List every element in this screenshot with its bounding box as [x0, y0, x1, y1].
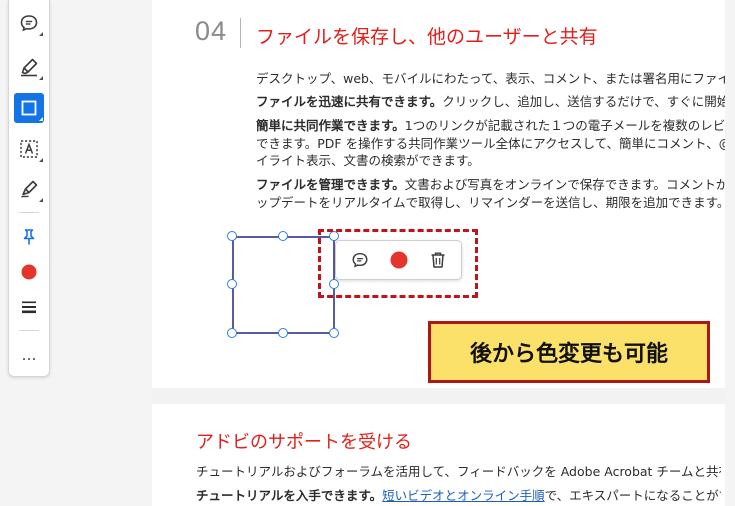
rail-divider — [19, 212, 39, 213]
rail-divider — [19, 330, 39, 331]
resize-handle-bottom-left[interactable] — [227, 328, 237, 338]
resize-handle-bottom-right[interactable] — [329, 328, 339, 338]
more-tools-button[interactable]: … — [14, 340, 44, 370]
resize-handle-top-left[interactable] — [227, 231, 237, 241]
pin-icon — [23, 229, 35, 245]
section-title: ファイルを保存し、他のユーザーと共有 — [256, 26, 598, 48]
highlight-dashed-frame — [318, 229, 478, 298]
pin-tool-button[interactable] — [14, 222, 44, 252]
paragraph-share-text: クリックし、追加し、送信するだけで、すぐに開始できます。 — [442, 94, 725, 109]
resize-handle-top[interactable] — [278, 231, 288, 241]
callout-label: 後から色変更も可能 — [428, 321, 710, 383]
submenu-indicator — [39, 198, 43, 202]
paragraph-collaborate-lead: 簡単に共同作業できます。 — [256, 118, 405, 133]
tool-rail: … — [8, 0, 50, 377]
paragraph-collaborate-text: 1つのリンクが記載された１つの電子メールを複数のレビュー担当者に送信 — [404, 118, 725, 133]
text-box-icon — [20, 140, 38, 158]
color-tool-button[interactable] — [14, 257, 44, 287]
submenu-indicator — [39, 76, 43, 80]
line-weight-tool-button[interactable] — [14, 292, 44, 322]
tutorial-link[interactable]: 短いビデオとオンライン手順 — [382, 488, 545, 503]
submenu-indicator — [39, 158, 43, 162]
paragraph-collaborate: 簡単に共同作業できます。1つのリンクが記載された１つの電子メールを複数のレビュー… — [256, 117, 725, 135]
highlight-tool-button[interactable] — [14, 52, 44, 82]
support-paragraph: チュートリアルおよびフォーラムを活用して、フィードバックを Adobe Acro… — [196, 464, 721, 479]
comment-icon — [20, 15, 38, 32]
paragraph-share: ファイルを迅速に共有できます。クリックし、追加し、送信するだけで、すぐに開始でき… — [256, 93, 725, 111]
pen-icon — [21, 180, 38, 198]
tutorial-text: で、エキスパートになることができます。 — [544, 488, 721, 503]
highlighter-icon — [21, 58, 38, 77]
intro-paragraph: デスクトップ、web、モバイルにわたって、表示、コメント、または署名用にファイル… — [256, 71, 725, 86]
submenu-indicator — [39, 32, 43, 36]
submenu-indicator — [39, 117, 43, 121]
paragraph-manage: ファイルを管理できます。文書および写真をオンラインで保存できます。コメントが追加… — [256, 176, 725, 194]
tutorial-lead: チュートリアルを入手できます。 — [196, 488, 383, 503]
section-divider — [240, 18, 241, 48]
rectangle-icon — [21, 100, 37, 116]
support-section-title: アドビのサポートを受ける — [196, 432, 412, 453]
paragraph-manage-line2: ップデートをリアルタイムで取得し、リマインダーを送信し、期限を追加できます。 — [256, 195, 725, 210]
paragraph-collaborate-line3: イライト表示、文書の検索ができます。 — [256, 153, 480, 168]
paragraph-manage-text: 文書および写真をオンラインで保存できます。コメントが追加されるとア — [404, 177, 725, 192]
paragraph-collaborate-line2: できます。PDF を操作する共同作業ツール全体にアクセスして、簡単にコメント、@… — [256, 136, 725, 151]
paragraph-share-lead: ファイルを迅速に共有できます。 — [256, 94, 443, 109]
draw-tool-button[interactable] — [14, 174, 44, 204]
resize-handle-left[interactable] — [227, 279, 237, 289]
color-dot-icon — [21, 264, 37, 280]
more-icon: … — [21, 346, 37, 364]
tutorial-paragraph: チュートリアルを入手できます。短いビデオとオンライン手順で、エキスパートになるこ… — [196, 487, 721, 505]
paragraph-manage-lead: ファイルを管理できます。 — [256, 177, 405, 192]
rectangle-tool-button[interactable] — [14, 93, 44, 123]
section-number: 04 — [195, 16, 228, 46]
line-weight-icon — [22, 301, 36, 314]
comment-tool-button[interactable] — [14, 8, 44, 38]
page-break — [152, 388, 725, 404]
resize-handle-bottom[interactable] — [278, 328, 288, 338]
text-box-tool-button[interactable] — [14, 134, 44, 164]
